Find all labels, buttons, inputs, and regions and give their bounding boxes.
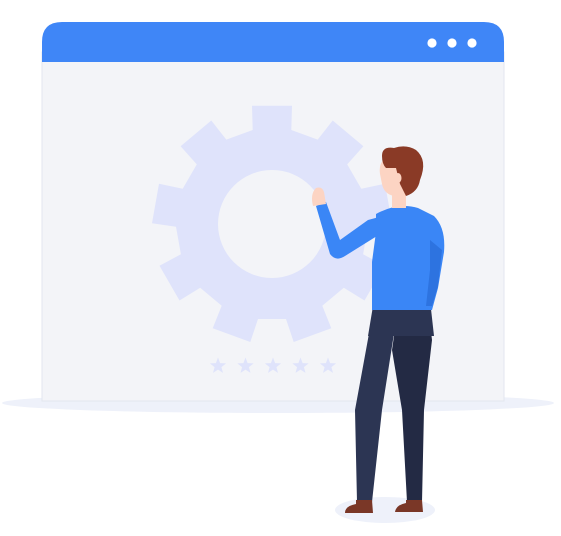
window-dot bbox=[467, 38, 477, 48]
window-dot bbox=[447, 38, 457, 48]
window-dot bbox=[427, 38, 437, 48]
window-dots bbox=[427, 38, 477, 48]
ear bbox=[394, 173, 402, 183]
illustration-scene bbox=[2, 22, 554, 523]
browser-window-icon bbox=[41, 22, 505, 402]
